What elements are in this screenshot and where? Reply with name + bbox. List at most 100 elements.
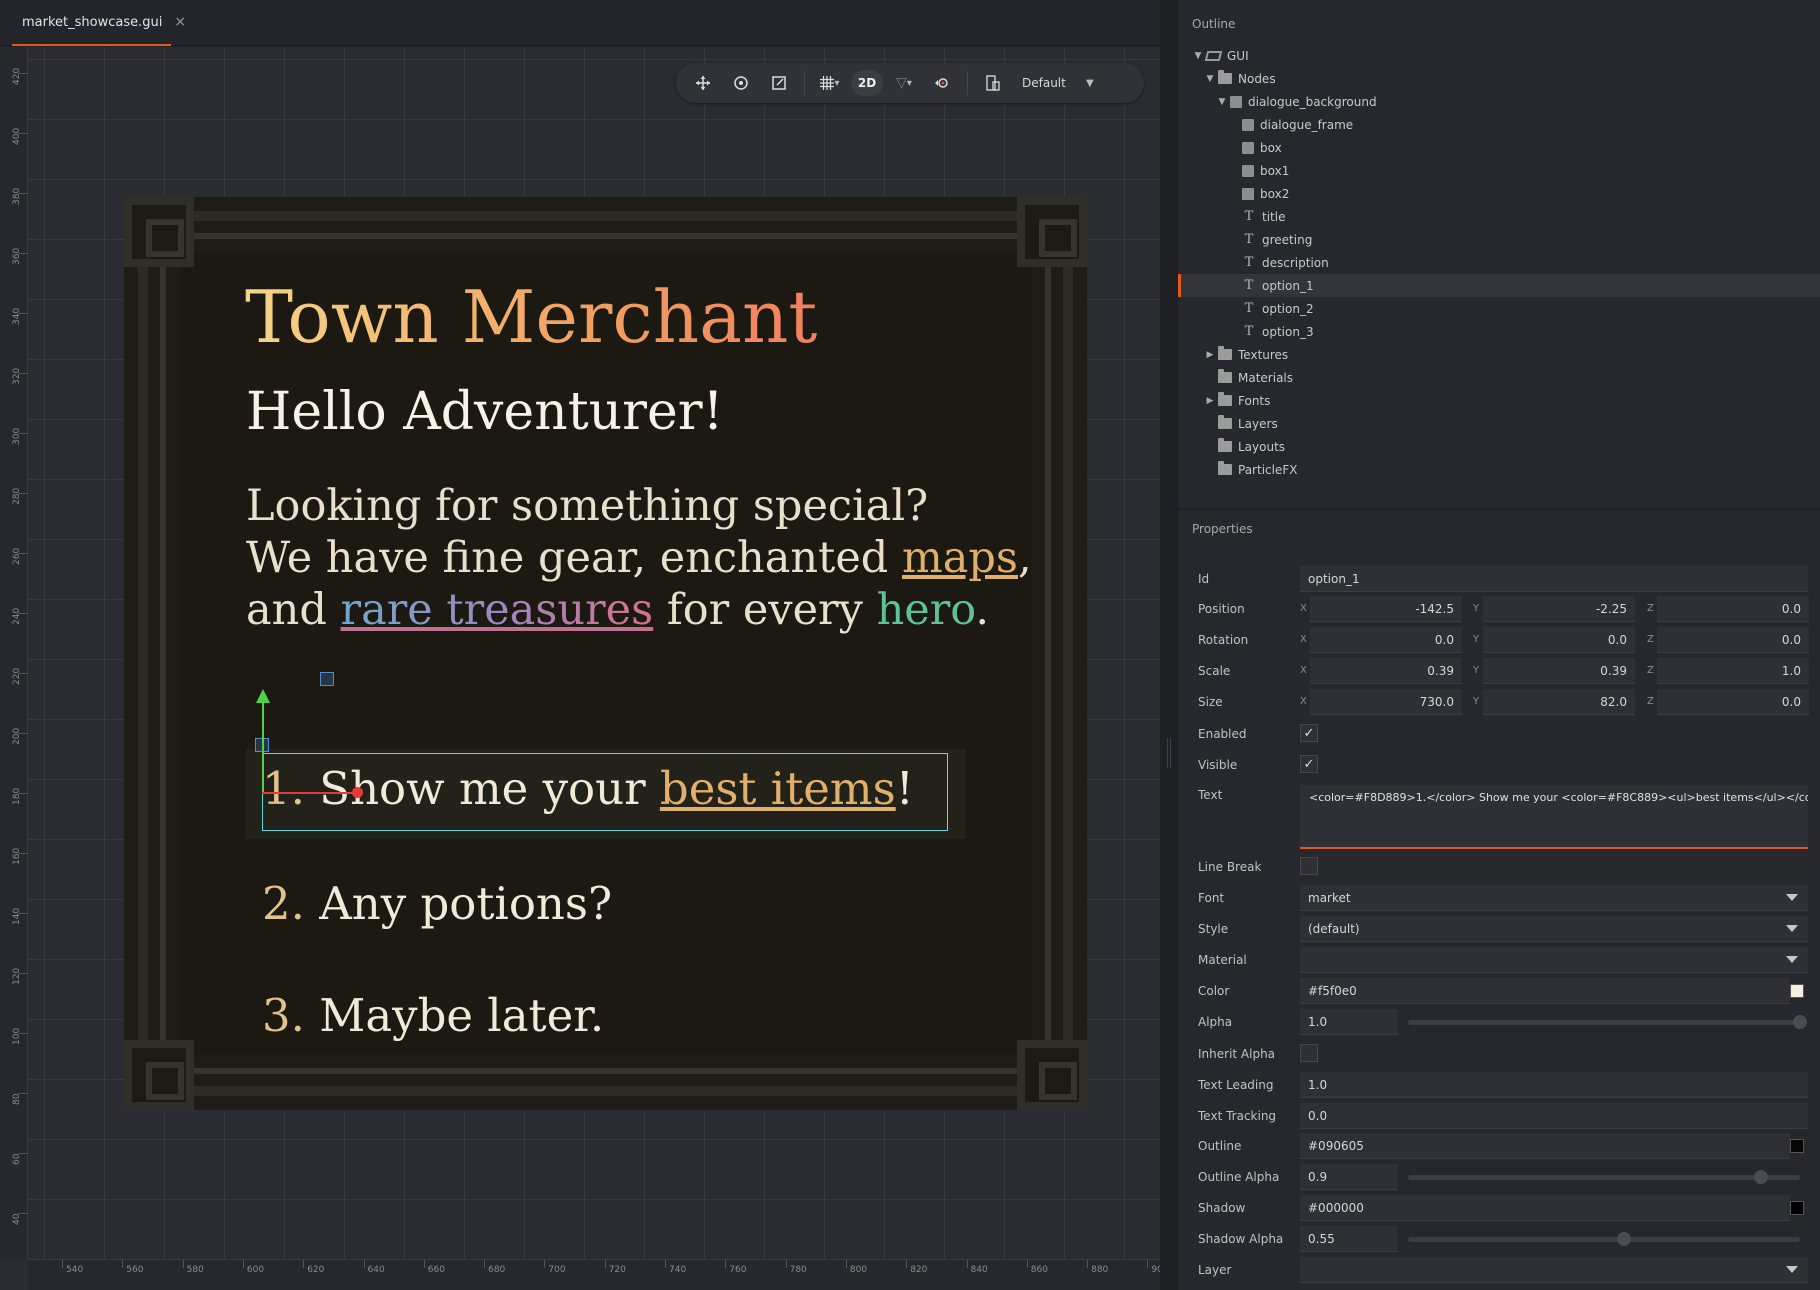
rotation-z-field[interactable]: 0.0 <box>1657 627 1809 653</box>
expand-right-icon[interactable]: ▶ <box>1204 396 1216 406</box>
layer-select[interactable] <box>1300 1257 1808 1283</box>
expand-down-icon[interactable]: ▼ <box>1204 74 1216 84</box>
scale-x-field[interactable]: 0.39 <box>1310 658 1462 684</box>
camera-focus-icon[interactable] <box>925 68 959 98</box>
outline-item-option-3[interactable]: Toption_3 <box>1178 320 1820 343</box>
gui-title-text[interactable]: Town Merchant <box>245 275 817 359</box>
color-field[interactable]: #f5f0e0 <box>1300 978 1790 1004</box>
gui-description-text[interactable]: Looking for something special? We have f… <box>246 480 1032 636</box>
layout-select[interactable]: Default <box>1022 76 1082 90</box>
panel-divider[interactable] <box>1178 508 1820 510</box>
enabled-checkbox[interactable]: ✓ <box>1300 724 1318 742</box>
outline-item-title[interactable]: Ttitle <box>1178 205 1820 228</box>
tab-close-icon[interactable]: × <box>174 14 186 30</box>
visible-checkbox[interactable]: ✓ <box>1300 755 1318 773</box>
scale-y-field[interactable]: 0.39 <box>1483 658 1635 684</box>
size-z-field[interactable]: 0.0 <box>1657 689 1809 715</box>
y-axis-gizmo[interactable] <box>262 697 264 793</box>
font-select[interactable]: market <box>1300 885 1808 911</box>
outline-item-option-2[interactable]: Toption_2 <box>1178 297 1820 320</box>
prop-label-id: Id <box>1198 572 1210 586</box>
slider-handle[interactable] <box>1793 1015 1807 1029</box>
pivot-handle[interactable] <box>320 672 334 686</box>
chevron-down-icon[interactable]: ▼ <box>1086 78 1094 89</box>
slider-handle[interactable] <box>1753 1170 1768 1184</box>
outline-item-nodes[interactable]: ▼ Nodes <box>1178 67 1820 90</box>
prop-label-enabled: Enabled <box>1198 727 1247 741</box>
outline-item-box[interactable]: box <box>1178 136 1820 159</box>
prop-label-outline-alpha: Outline Alpha <box>1198 1170 1280 1184</box>
rotation-y-field[interactable]: 0.0 <box>1483 627 1635 653</box>
visibility-filter-icon[interactable]: ▽ ▾ <box>887 68 921 98</box>
selection-bounds[interactable] <box>262 753 948 831</box>
position-z-field[interactable]: 0.0 <box>1657 596 1809 622</box>
panel-splitter[interactable] <box>1160 0 1178 1290</box>
outline-item-particlefx[interactable]: ParticleFX <box>1178 458 1820 481</box>
outline-item-dialogue-background[interactable]: ▼ dialogue_background <box>1178 90 1820 113</box>
grid-icon[interactable]: ▾ <box>813 68 847 98</box>
inherit-alpha-checkbox[interactable] <box>1300 1044 1318 1062</box>
slider-handle[interactable] <box>1616 1232 1631 1246</box>
expand-down-icon[interactable]: ▼ <box>1192 51 1204 61</box>
outline-item-option-1[interactable]: Toption_1 <box>1178 274 1820 297</box>
outline-item-layouts[interactable]: Layouts <box>1178 435 1820 458</box>
tab-market-showcase[interactable]: market_showcase.gui × <box>12 0 186 46</box>
shadow-alpha-slider[interactable] <box>1408 1237 1800 1242</box>
outline-item-layers[interactable]: Layers <box>1178 412 1820 435</box>
alpha-field[interactable]: 1.0 <box>1300 1009 1398 1035</box>
outline-item-description[interactable]: Tdescription <box>1178 251 1820 274</box>
rotate-tool-icon[interactable] <box>724 68 758 98</box>
size-y-field[interactable]: 82.0 <box>1483 689 1635 715</box>
folder-icon <box>1218 438 1232 452</box>
shadow-field[interactable]: #000000 <box>1300 1195 1790 1221</box>
mode-2d-toggle[interactable]: 2D <box>851 70 883 96</box>
scale-tool-icon[interactable] <box>762 68 796 98</box>
material-select[interactable] <box>1300 947 1808 973</box>
prop-label-size: Size <box>1198 695 1223 709</box>
outline-item-gui[interactable]: ▼ GUI <box>1178 44 1820 67</box>
outline-item-label: GUI <box>1227 48 1249 63</box>
expand-down-icon[interactable]: ▼ <box>1216 97 1228 107</box>
shadow_alpha-field[interactable]: 0.55 <box>1300 1226 1398 1252</box>
outline-alpha-slider[interactable] <box>1408 1175 1800 1180</box>
id-field[interactable]: option_1 <box>1300 566 1808 592</box>
alpha-slider[interactable] <box>1408 1020 1800 1025</box>
gui-option-2-text[interactable]: 2. Any potions? <box>262 877 612 930</box>
scene-viewport[interactable]: 420 400 380 360 340 320 300 280 260 240 220 200 180 1… <box>0 47 1160 1290</box>
position-x-field[interactable]: -142.5 <box>1310 596 1462 622</box>
outline-item-dialogue-frame[interactable]: dialogue_frame <box>1178 113 1820 136</box>
expand-right-icon[interactable]: ▶ <box>1204 350 1216 360</box>
x-axis-handle[interactable] <box>352 787 363 798</box>
move-tool-icon[interactable] <box>686 68 720 98</box>
outline_alpha-field[interactable]: 0.9 <box>1300 1164 1398 1190</box>
position-y-field[interactable]: -2.25 <box>1483 596 1635 622</box>
outline-item-fonts[interactable]: ▶ Fonts <box>1178 389 1820 412</box>
color-swatch[interactable] <box>1790 1139 1804 1153</box>
text-input[interactable]: <color=#F8D889>1.</color> Show me your <… <box>1300 785 1808 849</box>
style-select[interactable]: (default) <box>1300 916 1808 942</box>
outline-item-greeting[interactable]: Tgreeting <box>1178 228 1820 251</box>
color-swatch[interactable] <box>1790 984 1804 998</box>
folder-icon <box>1218 415 1232 429</box>
rotation-x-field[interactable]: 0.0 <box>1310 627 1462 653</box>
outline-item-box2[interactable]: box2 <box>1178 182 1820 205</box>
outline-item-box1[interactable]: box1 <box>1178 159 1820 182</box>
ruler-tick <box>1026 1260 1028 1268</box>
scale-z-field[interactable]: 1.0 <box>1657 658 1809 684</box>
layout-icon[interactable] <box>976 68 1010 98</box>
outline-field[interactable]: #090605 <box>1300 1133 1790 1159</box>
gui-option-3-text[interactable]: 3. Maybe later. <box>262 989 604 1042</box>
gui-greeting-text[interactable]: Hello Adventurer! <box>246 382 723 442</box>
x-axis-gizmo[interactable] <box>262 792 358 794</box>
outline-item-label: Layers <box>1238 416 1278 431</box>
prop-label-text-leading: Text Leading <box>1198 1078 1274 1092</box>
outline-item-textures[interactable]: ▶ Textures <box>1178 343 1820 366</box>
outline-item-materials[interactable]: Materials <box>1178 366 1820 389</box>
splitter-grip[interactable] <box>1167 738 1171 768</box>
color-swatch[interactable] <box>1790 1201 1804 1215</box>
y-axis-arrow-icon[interactable] <box>256 689 270 703</box>
line-break-checkbox[interactable] <box>1300 857 1318 875</box>
text-leading-field[interactable]: 1.0 <box>1300 1072 1808 1098</box>
text-tracking-field[interactable]: 0.0 <box>1300 1103 1808 1129</box>
size-x-field[interactable]: 730.0 <box>1310 689 1462 715</box>
